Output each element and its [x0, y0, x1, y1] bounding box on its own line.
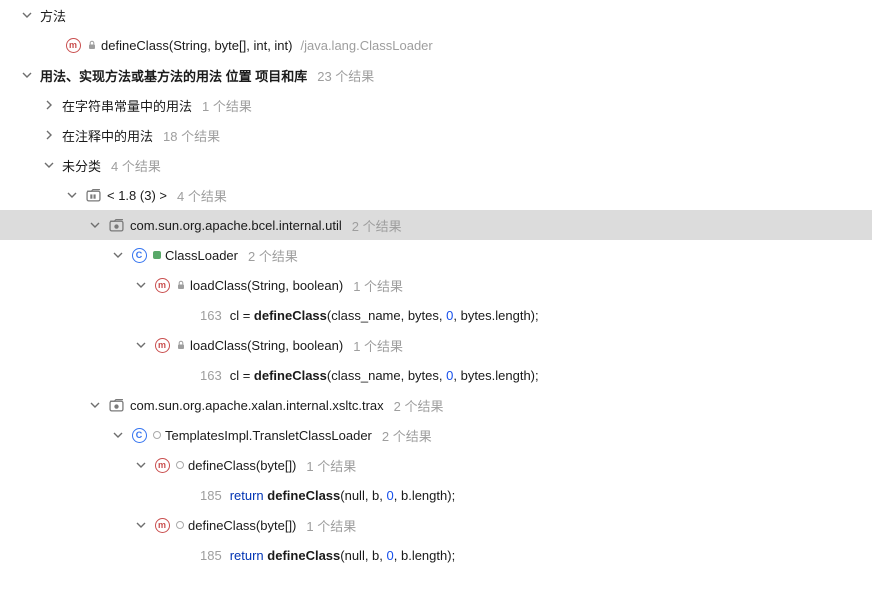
chevron-down-icon[interactable]	[111, 428, 125, 442]
method-usage-row[interactable]: m defineClass(byte[]) 1 个结果	[0, 450, 872, 480]
usages-label: 用法、实现方法或基方法的用法 位置 项目和库	[40, 66, 307, 85]
group-label: 在注释中的用法	[62, 126, 153, 145]
group-label: 在字符串常量中的用法	[62, 96, 192, 115]
method-icon: m	[65, 37, 81, 53]
method-icon: m	[154, 337, 170, 353]
package-icon	[108, 217, 124, 233]
package-icon	[108, 397, 124, 413]
badge-icon	[176, 461, 184, 469]
methods-label: 方法	[40, 6, 66, 25]
class-row[interactable]: C TemplatesImpl.TransletClassLoader 2 个结…	[0, 420, 872, 450]
package-count: 2 个结果	[394, 396, 444, 415]
code-fragment: cl = defineClass(class_name, bytes, 0, b…	[230, 308, 539, 323]
class-name: ClassLoader	[165, 248, 238, 263]
chevron-down-icon[interactable]	[111, 248, 125, 262]
badge-icon	[153, 431, 161, 439]
package-row[interactable]: com.sun.org.apache.bcel.internal.util 2 …	[0, 210, 872, 240]
code-fragment: return defineClass(null, b, 0, b.length)…	[230, 548, 455, 563]
package-name: com.sun.org.apache.xalan.internal.xsltc.…	[130, 398, 384, 413]
chevron-down-icon[interactable]	[134, 458, 148, 472]
library-label: < 1.8 (3) >	[107, 188, 167, 203]
method-icon: m	[154, 457, 170, 473]
library-count: 4 个结果	[177, 186, 227, 205]
library-group[interactable]: < 1.8 (3) > 4 个结果	[0, 180, 872, 210]
code-fragment: return defineClass(null, b, 0, b.length)…	[230, 488, 455, 503]
code-fragment: cl = defineClass(class_name, bytes, 0, b…	[230, 368, 539, 383]
code-usage-row[interactable]: 185 return defineClass(null, b, 0, b.len…	[0, 540, 872, 570]
method-usage-row[interactable]: m loadClass(String, boolean) 1 个结果	[0, 270, 872, 300]
method-icon: m	[154, 277, 170, 293]
class-icon: C	[131, 427, 147, 443]
methods-header-row[interactable]: 方法	[0, 0, 872, 30]
chevron-down-icon[interactable]	[20, 8, 34, 22]
group-count: 18 个结果	[163, 126, 220, 145]
chevron-down-icon[interactable]	[42, 158, 56, 172]
method-icon: m	[154, 517, 170, 533]
method-count: 1 个结果	[306, 456, 356, 475]
chevron-right-icon[interactable]	[42, 128, 56, 142]
chevron-down-icon[interactable]	[134, 278, 148, 292]
line-number: 163	[200, 308, 222, 323]
usages-count: 23 个结果	[317, 66, 374, 85]
string-const-group[interactable]: 在字符串常量中的用法 1 个结果	[0, 90, 872, 120]
line-number: 185	[200, 548, 222, 563]
line-number: 163	[200, 368, 222, 383]
class-icon: C	[131, 247, 147, 263]
chevron-down-icon[interactable]	[20, 68, 34, 82]
method-usage-row[interactable]: m loadClass(String, boolean) 1 个结果	[0, 330, 872, 360]
method-signature: loadClass(String, boolean)	[190, 278, 343, 293]
package-row[interactable]: com.sun.org.apache.xalan.internal.xsltc.…	[0, 390, 872, 420]
chevron-down-icon[interactable]	[134, 338, 148, 352]
group-count: 4 个结果	[111, 156, 161, 175]
lock-icon	[87, 40, 97, 50]
line-number: 185	[200, 488, 222, 503]
method-signature: loadClass(String, boolean)	[190, 338, 343, 353]
code-usage-row[interactable]: 185 return defineClass(null, b, 0, b.len…	[0, 480, 872, 510]
chevron-down-icon[interactable]	[88, 398, 102, 412]
method-signature: defineClass(byte[])	[188, 458, 296, 473]
group-count: 1 个结果	[202, 96, 252, 115]
method-location: /java.lang.ClassLoader	[300, 38, 432, 53]
unclassified-group[interactable]: 未分类 4 个结果	[0, 150, 872, 180]
code-usage-row[interactable]: 163 cl = defineClass(class_name, bytes, …	[0, 300, 872, 330]
chevron-down-icon[interactable]	[134, 518, 148, 532]
class-name: TemplatesImpl.TransletClassLoader	[165, 428, 372, 443]
method-count: 1 个结果	[306, 516, 356, 535]
package-count: 2 个结果	[352, 216, 402, 235]
method-row[interactable]: m defineClass(String, byte[], int, int) …	[0, 30, 872, 60]
chevron-down-icon[interactable]	[65, 188, 79, 202]
library-icon	[85, 187, 101, 203]
badge-icon	[176, 521, 184, 529]
lock-icon	[176, 280, 186, 290]
code-usage-row[interactable]: 163 cl = defineClass(class_name, bytes, …	[0, 360, 872, 390]
usages-header-row[interactable]: 用法、实现方法或基方法的用法 位置 项目和库 23 个结果	[0, 60, 872, 90]
comments-group[interactable]: 在注释中的用法 18 个结果	[0, 120, 872, 150]
method-signature: defineClass(String, byte[], int, int)	[101, 38, 292, 53]
group-label: 未分类	[62, 156, 101, 175]
class-row[interactable]: C ClassLoader 2 个结果	[0, 240, 872, 270]
class-count: 2 个结果	[248, 246, 298, 265]
method-count: 1 个结果	[353, 276, 403, 295]
chevron-right-icon[interactable]	[42, 98, 56, 112]
lock-icon	[176, 340, 186, 350]
runnable-icon	[153, 251, 161, 259]
chevron-down-icon[interactable]	[88, 218, 102, 232]
method-signature: defineClass(byte[])	[188, 518, 296, 533]
class-count: 2 个结果	[382, 426, 432, 445]
method-count: 1 个结果	[353, 336, 403, 355]
method-usage-row[interactable]: m defineClass(byte[]) 1 个结果	[0, 510, 872, 540]
package-name: com.sun.org.apache.bcel.internal.util	[130, 218, 342, 233]
